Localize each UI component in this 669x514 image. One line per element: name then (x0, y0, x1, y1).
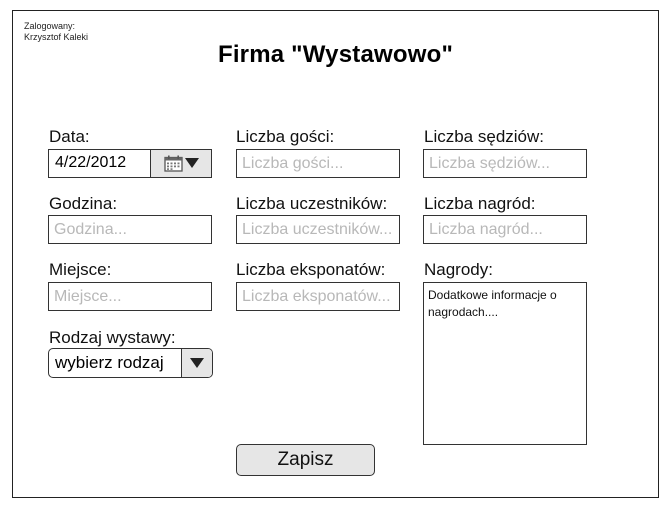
place-input[interactable] (48, 282, 212, 311)
guests-label: Liczba gości: (236, 127, 335, 146)
place-label: Miejsce: (49, 260, 112, 279)
chevron-down-icon (190, 357, 204, 368)
header-panel: Zalogowany: Krzysztof Kaleki Firma "Wyst… (12, 10, 659, 101)
exhibition-type-select[interactable]: wybierz rodzaj (48, 348, 213, 378)
hour-label: Godzina: (49, 194, 118, 213)
triangle-down-icon (184, 158, 199, 168)
prizes-textarea[interactable]: Dodatkowe informacje o nagrodach.... (423, 282, 587, 445)
participants-input[interactable] (236, 215, 400, 244)
exhibits-label: Liczba eksponatów: (236, 260, 386, 279)
calendar-icon (163, 155, 183, 172)
exhibits-input[interactable] (236, 282, 400, 311)
prizes-count-label: Liczba nagród: (424, 194, 536, 213)
participants-label: Liczba uczestników: (236, 194, 388, 213)
login-label: Zalogowany: (24, 21, 76, 31)
judges-input[interactable] (423, 149, 587, 178)
judges-label: Liczba sędziów: (424, 127, 545, 146)
prizes-count-input[interactable] (423, 215, 587, 244)
exhibition-type-dropdown-button[interactable] (181, 349, 212, 377)
exhibition-type-label: Rodzaj wystawy: (49, 328, 176, 347)
hour-input[interactable] (48, 215, 212, 244)
guests-input[interactable] (236, 149, 400, 178)
save-button[interactable]: Zapisz (236, 444, 375, 476)
prizes-label: Nagrody: (424, 260, 493, 279)
page-title: Firma "Wystawowo" (217, 41, 454, 68)
exhibition-type-value[interactable]: wybierz rodzaj (49, 349, 181, 377)
date-picker[interactable]: 4/22/2012 (48, 149, 212, 178)
date-picker-button[interactable] (150, 150, 211, 177)
date-value[interactable]: 4/22/2012 (49, 150, 150, 177)
date-label: Data: (49, 127, 90, 146)
